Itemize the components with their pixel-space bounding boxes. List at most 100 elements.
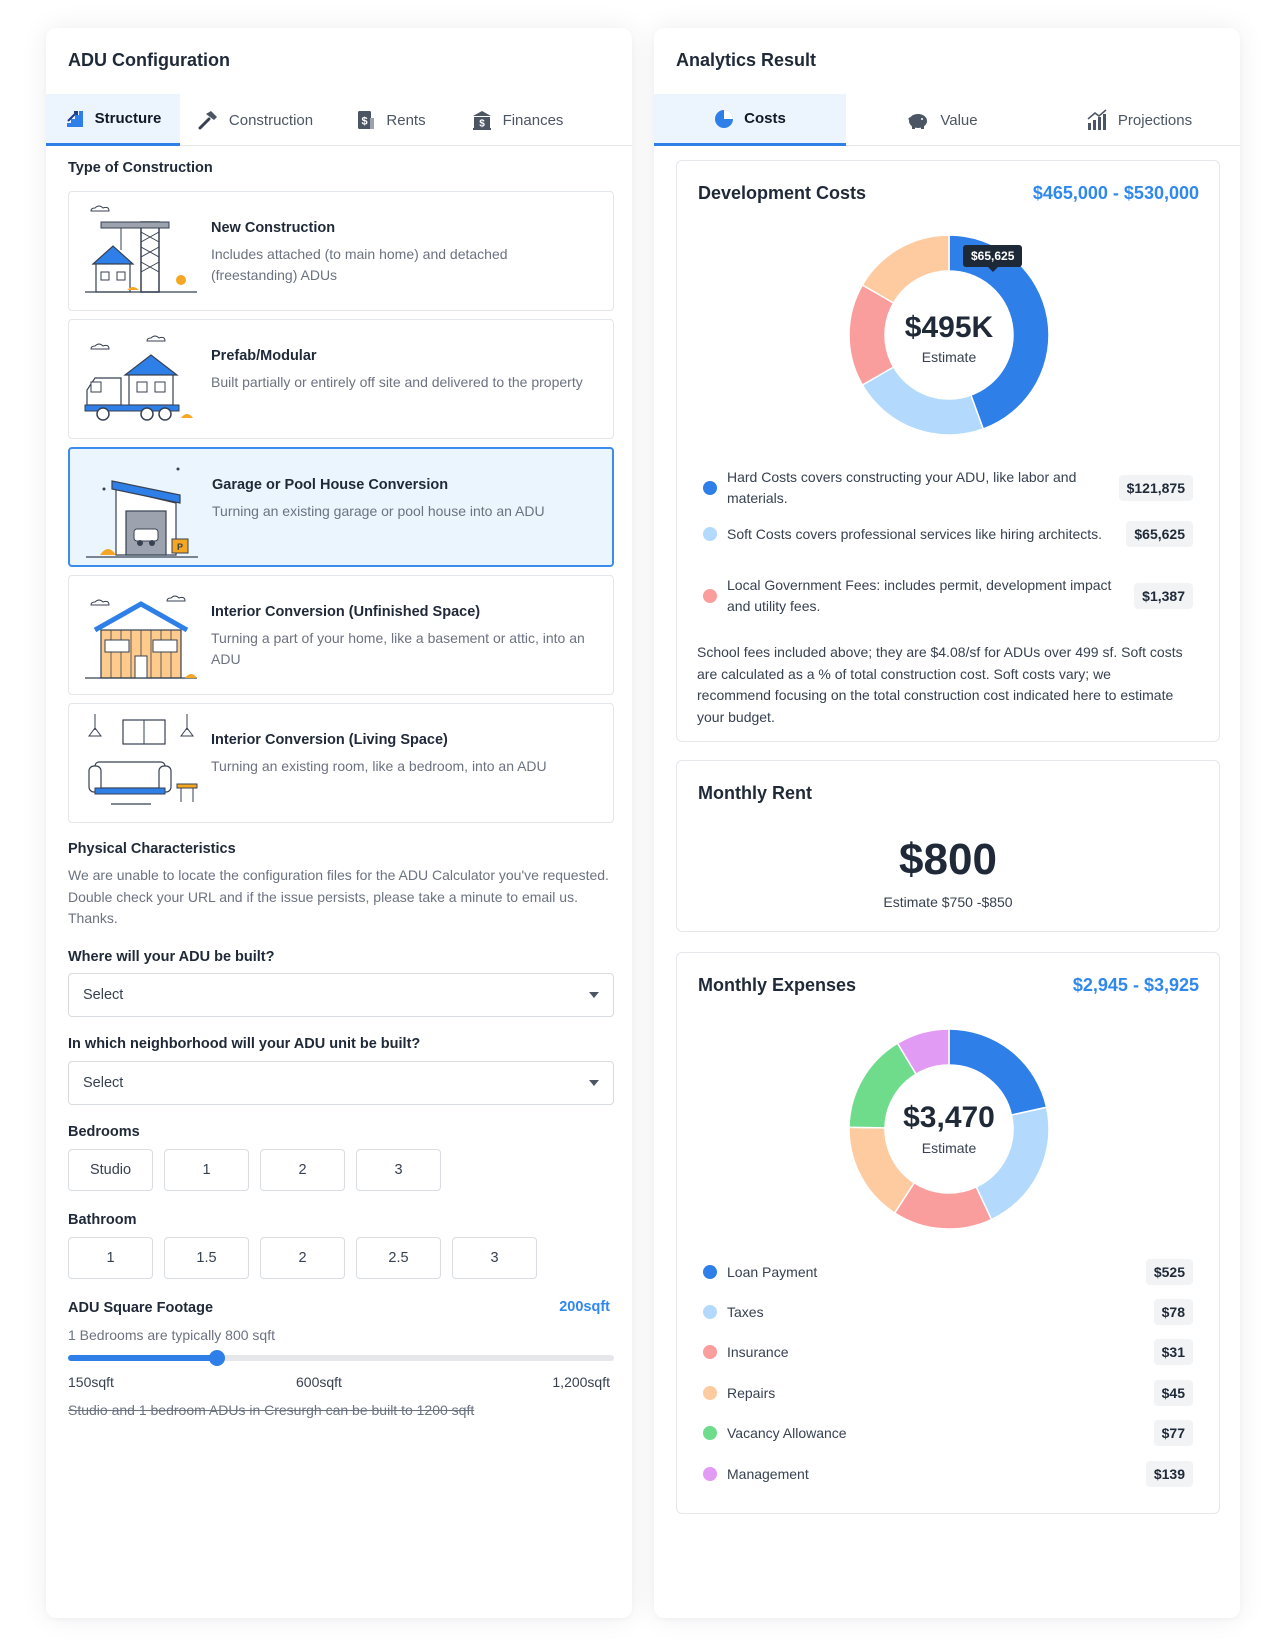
- select-value: Select: [83, 1075, 124, 1091]
- construction-type-prefab[interactable]: Prefab/Modular Built partially or entire…: [68, 319, 614, 439]
- legend-dot: [703, 589, 717, 603]
- panel-title: Analytics Result: [676, 50, 817, 70]
- stairs-icon: [66, 110, 83, 127]
- bedroom-option[interactable]: 3: [356, 1149, 441, 1191]
- construction-type-title: Prefab/Modular: [211, 348, 317, 364]
- card-title: Development Costs: [698, 183, 867, 203]
- tab-label: Structure: [94, 110, 162, 127]
- tab-structure[interactable]: Structure: [46, 94, 180, 146]
- legend-amount: $65,625: [1126, 521, 1193, 547]
- legend-dot: [703, 527, 717, 541]
- bedroom-option[interactable]: 2: [260, 1149, 345, 1191]
- expense-range: $2,945 - $3,925: [1072, 975, 1199, 995]
- rent-estimate: Estimate $750 -$850: [883, 894, 1013, 910]
- construction-type-description: Turning an existing garage or pool house…: [212, 503, 545, 519]
- slider-mid-label: 600sqft: [296, 1374, 342, 1390]
- segment-tooltip: $65,625: [963, 245, 1023, 272]
- tab-value[interactable]: Value: [846, 94, 1038, 146]
- legend-amount: $139: [1145, 1461, 1193, 1487]
- legend-dot: [703, 1265, 717, 1279]
- legend-amount: $31: [1153, 1339, 1193, 1365]
- construction-type-title: Interior Conversion (Living Space): [211, 732, 448, 748]
- hammer-icon: [198, 111, 217, 130]
- caret-down-icon: [589, 992, 599, 998]
- tab-label: Finances: [502, 111, 564, 129]
- construction-type-title: New Construction: [211, 220, 336, 236]
- square-footage-label: ADU Square Footage: [68, 1300, 214, 1316]
- legend-row-loan-payment: Loan Payment $525: [703, 1259, 1193, 1285]
- legend-text: Repairs: [727, 1384, 776, 1401]
- tab-costs[interactable]: Costs: [654, 94, 846, 146]
- card-title: Monthly Rent: [698, 783, 812, 803]
- piggy-bank-icon: [908, 114, 928, 129]
- legend-text: Hard Costs covers constructing your ADU,…: [727, 469, 1077, 506]
- bathroom-options: 1 1.5 2 2.5 3: [68, 1237, 537, 1279]
- slider-thumb[interactable]: [209, 1350, 226, 1366]
- svg-text:P: P: [177, 542, 183, 552]
- square-footage-value: 200sqft: [559, 1299, 610, 1315]
- school-fees-note: School fees included above; they are $4.…: [697, 644, 1183, 725]
- bedrooms-options: Studio 1 2 3: [68, 1149, 441, 1191]
- bathroom-option[interactable]: 2: [260, 1237, 345, 1279]
- tab-label: Rents: [386, 111, 426, 129]
- square-footage-slider[interactable]: [68, 1350, 614, 1366]
- donut-segment-soft-costs[interactable]: [861, 365, 985, 435]
- legend-row-vacancy-allowance: Vacancy Allowance $77: [703, 1420, 1193, 1446]
- tab-label: Projections: [1117, 111, 1193, 129]
- tab-construction[interactable]: Construction: [180, 94, 330, 146]
- donut-center-value: $3,470: [903, 1101, 995, 1134]
- legend-row-management: Management $139: [703, 1461, 1193, 1487]
- tab-label: Value: [940, 111, 978, 129]
- where-built-label: Where will your ADU be built?: [68, 949, 275, 965]
- bank-icon: $: [472, 111, 491, 130]
- neighborhood-label: In which neighborhood will your ADU unit…: [68, 1036, 421, 1052]
- construction-type-garage[interactable]: P Garage or Pool House Conversion Turnin…: [68, 447, 614, 567]
- donut-segment-other[interactable]: [861, 235, 950, 305]
- construction-type-description: Turning an existing room, like a bedroom…: [211, 758, 547, 774]
- analytics-tabs: Costs Value Projections: [654, 94, 1240, 146]
- tab-label: Construction: [228, 111, 314, 129]
- physical-characteristics-text: We are unable to locate the configuratio…: [68, 867, 609, 926]
- panel-title: ADU Configuration: [68, 50, 230, 70]
- tab-projections[interactable]: Projections: [1038, 94, 1240, 146]
- legend-dot: [703, 1467, 717, 1481]
- bathroom-option[interactable]: 1.5: [164, 1237, 249, 1279]
- tab-label: Costs: [744, 110, 786, 127]
- bedrooms-label: Bedrooms: [68, 1124, 140, 1140]
- tab-rents[interactable]: $ Rents: [330, 94, 452, 146]
- construction-type-interior-living[interactable]: Interior Conversion (Living Space) Turni…: [68, 703, 614, 823]
- bar-growth-icon: [1087, 109, 1107, 130]
- legend-text: Soft Costs covers professional services …: [727, 525, 1103, 542]
- legend-amount: $77: [1153, 1420, 1193, 1446]
- construction-type-interior-unfinished[interactable]: Interior Conversion (Unfinished Space) T…: [68, 575, 614, 695]
- monthly-expenses-card: Monthly Expenses $2,945 - $3,925 $3,470 …: [676, 952, 1220, 1514]
- bathroom-option[interactable]: 3: [452, 1237, 537, 1279]
- type-of-construction-label: Type of Construction: [68, 160, 213, 176]
- construction-type-description: Turning a part of your home, like a base…: [211, 630, 585, 667]
- adu-configuration-panel: ADU Configuration Structure Construction…: [46, 28, 632, 1618]
- bathroom-option[interactable]: 1: [68, 1237, 153, 1279]
- legend-row-hard-costs: Hard Costs covers constructing your ADU,…: [703, 467, 1193, 509]
- construction-type-new[interactable]: New Construction Includes attached (to m…: [68, 191, 614, 311]
- prefab-illustration: [84, 335, 193, 421]
- tab-finances[interactable]: $ Finances: [452, 94, 582, 146]
- new-construction-illustration: [85, 205, 197, 293]
- square-footage-hint: 1 Bedrooms are typically 800 sqft: [68, 1327, 275, 1343]
- bedroom-option[interactable]: 1: [164, 1149, 249, 1191]
- bedroom-option[interactable]: Studio: [68, 1149, 153, 1191]
- slider-fill: [68, 1355, 218, 1361]
- where-built-select[interactable]: Select: [68, 973, 614, 1017]
- construction-type-title: Garage or Pool House Conversion: [212, 477, 449, 493]
- pie-chart-icon: [715, 109, 734, 128]
- square-footage-note: Studio and 1 bedroom ADUs in Cresurgh ca…: [68, 1402, 475, 1418]
- neighborhood-select[interactable]: Select: [68, 1061, 614, 1105]
- caret-down-icon: [589, 1080, 599, 1086]
- monthly-rent-card: Monthly Rent $800 Estimate $750 -$850: [676, 760, 1220, 932]
- legend-dot: [703, 1305, 717, 1319]
- garage-illustration: P: [86, 467, 198, 558]
- legend-text: Local Government Fees: includes permit, …: [727, 577, 1112, 614]
- bathroom-option[interactable]: 2.5: [356, 1237, 441, 1279]
- svg-text:$: $: [479, 119, 485, 130]
- legend-dot: [703, 481, 717, 495]
- legend-dot: [703, 1345, 717, 1359]
